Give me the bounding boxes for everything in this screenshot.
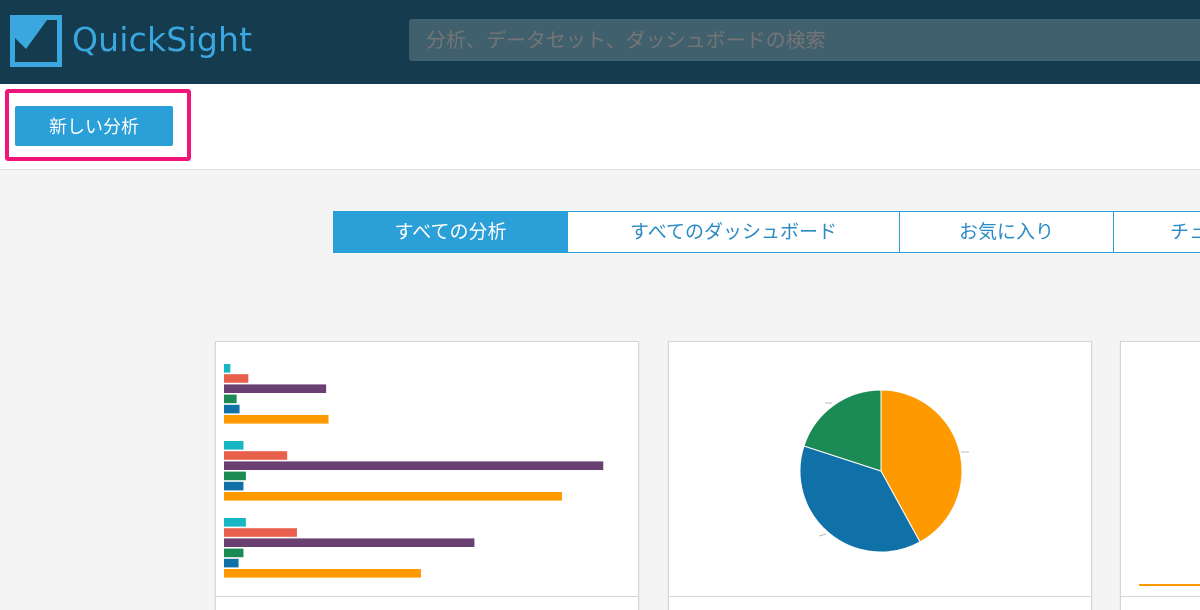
bar-mark [224, 569, 421, 578]
bar-mark [224, 384, 327, 393]
bar-mark [224, 492, 562, 501]
app-name[interactable]: QuickSight [72, 20, 252, 59]
bar-mark [224, 451, 288, 460]
pie-chart [799, 389, 969, 553]
analysis-card-pie[interactable] [668, 341, 1092, 610]
bar-mark [224, 548, 244, 558]
bar-mark [224, 415, 329, 424]
analysis-card-line[interactable] [1120, 341, 1200, 610]
bar-mark [224, 558, 239, 568]
bar-mark [224, 461, 604, 470]
pie-leader-line [818, 533, 827, 537]
bar-chart [224, 364, 604, 578]
bar-mark [224, 364, 231, 373]
bar-mark [224, 374, 249, 383]
line-chart [1139, 584, 1200, 586]
bar-mark [224, 538, 475, 547]
bar-mark [224, 441, 244, 450]
tab-favorites[interactable]: お気に入り [900, 211, 1114, 253]
tab-all-analyses[interactable]: すべての分析 [333, 211, 568, 253]
tab-all-dashboards[interactable]: すべてのダッシュボード [568, 211, 900, 253]
bar-mark [224, 471, 246, 481]
card-footer-divider [1121, 596, 1200, 597]
card-footer-divider [216, 596, 638, 597]
quicksight-logo-icon[interactable] [10, 15, 62, 67]
top-bar: QuickSight [0, 0, 1200, 84]
page: QuickSight 新しい分析 すべての分析 すべてのダッシュボード お気に入… [0, 0, 1200, 610]
view-tabs: すべての分析 すべてのダッシュボード お気に入り チュ [333, 211, 1200, 253]
new-analysis-button[interactable]: 新しい分析 [15, 106, 173, 146]
bar-mark [224, 528, 297, 537]
bar-mark [224, 394, 237, 404]
bar-mark [224, 481, 244, 491]
search-input[interactable] [409, 19, 1200, 61]
bar-mark [224, 404, 240, 414]
bar-mark [224, 518, 246, 527]
analysis-card-bar[interactable] [215, 341, 639, 610]
card-footer-divider [669, 596, 1091, 597]
tab-tutorial[interactable]: チュ [1114, 211, 1200, 253]
